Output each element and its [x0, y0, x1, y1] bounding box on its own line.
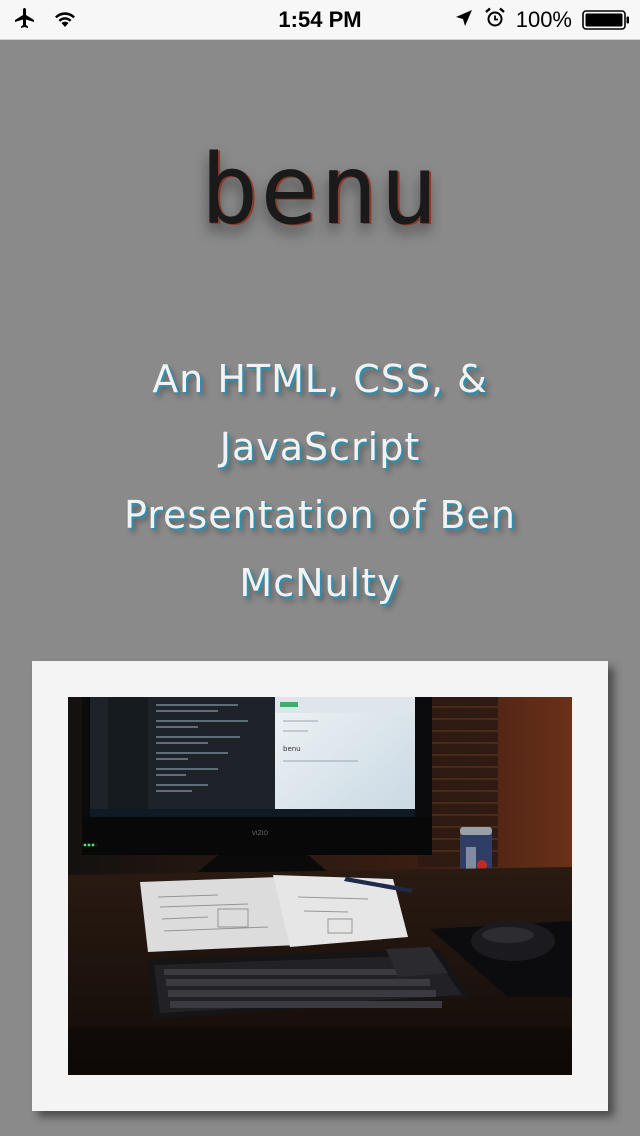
- monitor-brand: VIZIO: [252, 830, 269, 837]
- battery-icon: [582, 10, 630, 30]
- location-arrow-icon: [454, 8, 474, 33]
- page-title: benu: [200, 134, 440, 246]
- battery-percent: 100%: [515, 7, 572, 32]
- router-led: [82, 843, 98, 847]
- status-bar: 1:54 PM 100%: [0, 0, 640, 40]
- page-subtitle: An HTML, CSS, & JavaScript Presentation …: [124, 357, 516, 605]
- monitor-heading: benu: [283, 745, 301, 753]
- photo-frame: benu VIZIO: [32, 661, 608, 1111]
- status-bar-right: 100%: [454, 6, 630, 34]
- monitor: benu VIZIO: [82, 697, 432, 872]
- desk-photo: benu VIZIO: [68, 697, 572, 1075]
- desk-photo-illustration: benu VIZIO: [68, 697, 572, 1075]
- alarm-icon: [484, 7, 506, 34]
